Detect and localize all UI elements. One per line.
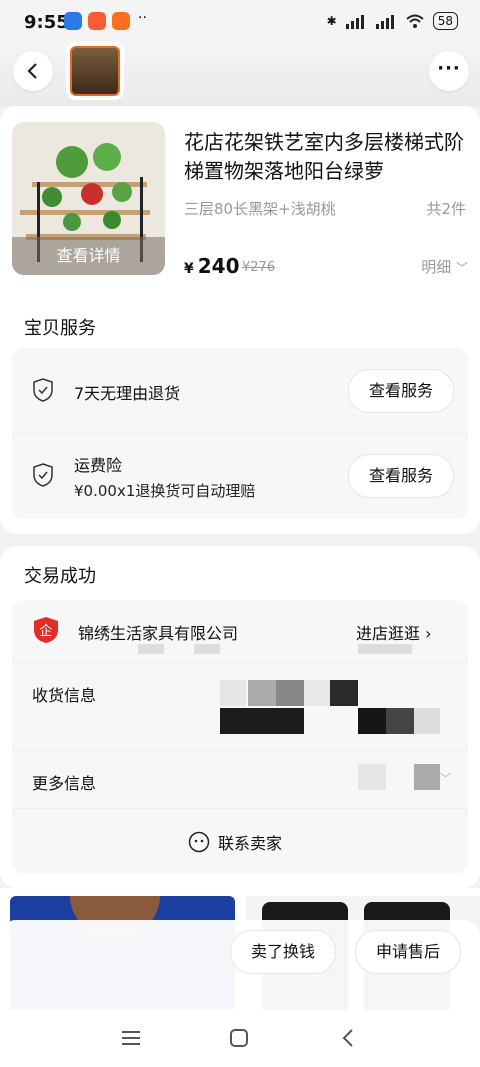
view-service-button[interactable]: 查看服务	[348, 369, 455, 413]
battery-indicator: 58	[432, 12, 458, 30]
original-price: ¥276	[242, 260, 276, 275]
deal-section: 交易成功 企 锦绣生活家具有限公司 进店逛逛 › 收货信息 更多信息 ﹀ 联系卖…	[0, 546, 480, 888]
product-image[interactable]: 查看详情	[12, 122, 165, 275]
redacted-block	[358, 708, 386, 734]
service-item-desc: ¥0.00x1退换货可自动理赔	[74, 482, 256, 500]
bluetooth-icon: ✱	[326, 14, 337, 28]
redacted-block	[304, 680, 330, 706]
service-item-name: 运费险	[74, 456, 123, 475]
status-time: 9:55	[24, 12, 69, 33]
service-item-name: 7天无理由退货	[74, 384, 181, 403]
system-nav-bar	[0, 1010, 480, 1067]
redacted-block	[358, 644, 412, 654]
menu-icon[interactable]	[121, 1030, 141, 1046]
product-thumbnail[interactable]	[66, 42, 124, 100]
shop-logo-icon: 企	[34, 617, 58, 643]
service-section: 宝贝服务 7天无理由退货 查看服务 运费险 ¥0.00x1退换货可自动理赔 查看…	[0, 288, 480, 534]
wifi-icon	[406, 14, 424, 28]
deal-status-title: 交易成功	[24, 566, 96, 587]
price-detail-label: 明细	[421, 258, 452, 276]
chevron-down-icon: ﹀	[455, 261, 468, 275]
contact-seller-label: 联系卖家	[218, 834, 283, 853]
status-bar: 9:55 ·· ✱ 58	[0, 0, 480, 44]
chevron-right-icon: ›	[425, 624, 432, 643]
contact-seller-button[interactable]: 联系卖家	[188, 830, 282, 854]
redacted-block	[248, 680, 276, 706]
redacted-block	[414, 764, 440, 790]
chevron-left-icon	[27, 63, 37, 79]
redacted-block	[414, 708, 440, 734]
chat-bubble-icon	[188, 831, 210, 853]
signal-icon	[375, 15, 394, 29]
shield-check-icon	[33, 378, 53, 402]
view-service-button[interactable]: 查看服务	[348, 454, 455, 498]
service-list: 7天无理由退货 查看服务 运费险 ¥0.00x1退换货可自动理赔 查看服务	[12, 348, 468, 519]
product-title[interactable]: 花店花架铁艺室内多层楼梯式阶梯置物架落地阳台绿萝	[184, 128, 466, 186]
enter-shop-label: 进店逛逛	[356, 624, 421, 643]
more-info-label[interactable]: 更多信息	[32, 770, 96, 794]
svg-text:企: 企	[39, 623, 52, 639]
redacted-block	[220, 680, 246, 706]
sell-button[interactable]: 卖了换钱	[230, 930, 337, 974]
divider	[12, 433, 468, 434]
redacted-block	[386, 708, 414, 734]
more-options-button[interactable]: ···	[429, 51, 469, 91]
back-nav-icon[interactable]	[342, 1029, 354, 1047]
chevron-down-icon[interactable]: ﹀	[440, 770, 451, 786]
app-notification-icon	[64, 12, 82, 30]
divider	[12, 662, 468, 663]
redacted-block	[138, 644, 164, 654]
redacted-block	[220, 708, 304, 734]
price-value: 240	[197, 254, 240, 278]
redacted-block	[194, 644, 220, 654]
signal-icon	[345, 15, 364, 29]
enter-shop-link[interactable]: 进店逛逛 ›	[356, 620, 432, 644]
product-spec: 三层80长黑架+浅胡桃	[184, 200, 336, 218]
more-notifications-icon: ··	[138, 10, 147, 26]
shield-check-icon	[33, 463, 53, 487]
view-detail-button[interactable]: 查看详情	[12, 237, 165, 275]
service-title: 宝贝服务	[24, 318, 96, 339]
redacted-block	[358, 764, 386, 790]
price-detail-link[interactable]: 明细 ﹀	[421, 256, 468, 277]
price-symbol: ¥	[184, 261, 194, 277]
back-button[interactable]	[13, 51, 53, 91]
app-notification-icon	[88, 12, 106, 30]
shipping-info-label: 收货信息	[32, 686, 97, 705]
status-right: ✱ 58	[327, 12, 458, 30]
home-icon[interactable]	[230, 1029, 248, 1047]
product-card[interactable]: 查看详情 花店花架铁艺室内多层楼梯式阶梯置物架落地阳台绿萝 三层80长黑架+浅胡…	[0, 106, 480, 288]
order-info-box: 企 锦绣生活家具有限公司 进店逛逛 › 收货信息 更多信息 ﹀ 联系卖家	[12, 600, 468, 874]
redacted-block	[276, 680, 304, 706]
product-price: ¥240	[184, 254, 240, 278]
shop-name[interactable]: 锦绣生活家具有限公司	[78, 620, 238, 644]
app-notification-icon	[112, 12, 130, 30]
after-sale-button[interactable]: 申请售后	[355, 930, 462, 974]
redacted-block	[330, 680, 358, 706]
divider	[12, 808, 468, 809]
action-bar: 卖了换钱 申请售后	[0, 920, 480, 1012]
more-dots-icon: ···	[437, 57, 461, 79]
product-count: 共2件	[426, 200, 466, 218]
divider	[12, 750, 468, 751]
